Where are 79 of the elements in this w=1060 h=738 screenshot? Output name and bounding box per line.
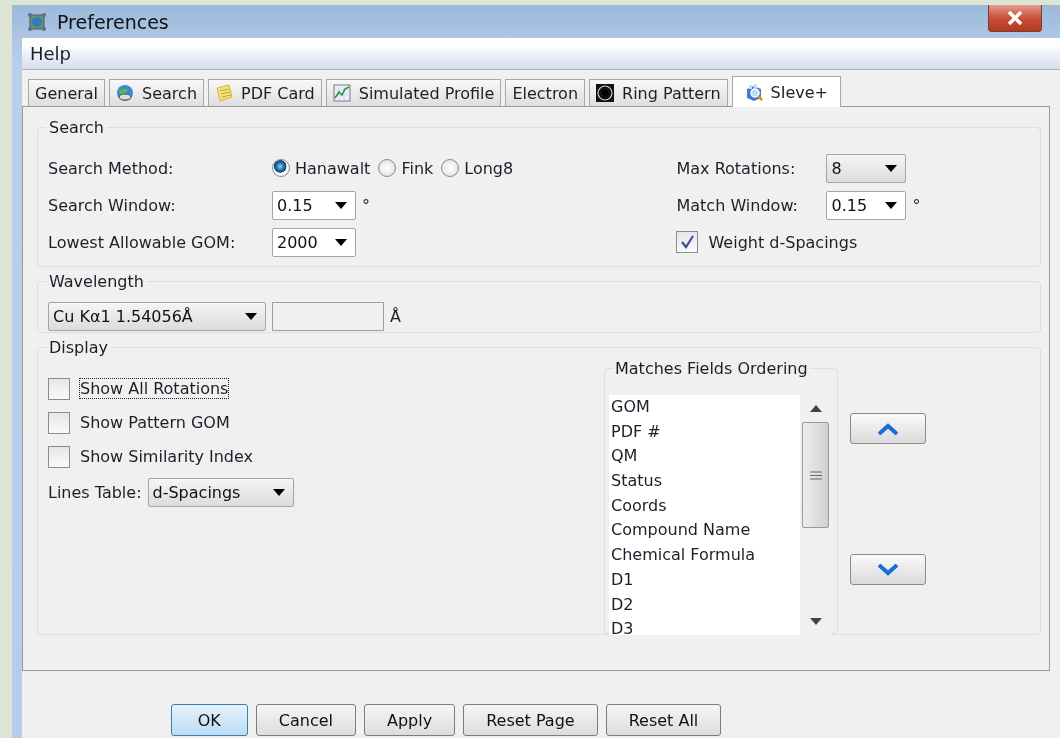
list-item[interactable]: Coords — [611, 493, 800, 519]
dialog-button[interactable]: Reset All — [605, 704, 722, 736]
grip-icon — [809, 470, 822, 480]
close-button[interactable] — [988, 5, 1042, 32]
chevron-up-icon — [877, 422, 899, 435]
menu-item[interactable]: Help — [28, 43, 74, 64]
dropdown[interactable]: 2000 — [272, 227, 356, 257]
dialog-button[interactable]: Cancel — [255, 704, 356, 736]
caret-icon — [245, 312, 257, 320]
list-item[interactable]: D3 — [611, 617, 800, 635]
note-icon — [215, 84, 234, 102]
globe-icon — [116, 84, 135, 102]
dropdown[interactable]: 8 — [826, 153, 907, 183]
field-label: Lowest Allowable GOM: — [48, 232, 237, 252]
list-item[interactable]: PDF # — [611, 419, 800, 445]
dropdown[interactable]: 0.15 — [272, 190, 356, 220]
list-item[interactable]: D1 — [611, 567, 800, 593]
group-title: Matches Fields Ordering — [613, 359, 810, 378]
checkbox[interactable] — [676, 231, 699, 253]
list-item[interactable]: Chemical Formula — [611, 543, 800, 568]
checkbox-label[interactable]: Show Similarity Index — [79, 446, 255, 467]
tab[interactable]: Ring Pattern — [589, 79, 728, 106]
app-icon — [27, 11, 47, 32]
cube-icon — [744, 83, 763, 101]
tab[interactable]: Electron — [505, 79, 586, 106]
radio-label[interactable]: Long8 — [464, 158, 514, 178]
scroll-down-icon — [809, 618, 822, 625]
dialog-button[interactable]: Apply — [364, 704, 456, 736]
radio-button[interactable] — [378, 159, 397, 177]
dropdown[interactable]: 0.15 — [826, 190, 907, 220]
radio-button[interactable] — [272, 159, 290, 177]
ring-icon — [596, 84, 615, 102]
tab[interactable]: PDF Card — [208, 79, 322, 106]
radio-label[interactable]: Hanawalt — [295, 158, 371, 178]
caret-icon — [335, 201, 347, 209]
close-icon — [1007, 11, 1023, 25]
field-label: Match Window: — [676, 195, 799, 215]
checkbox-label[interactable]: Weight d-Spacings — [707, 231, 859, 253]
dialog-button[interactable]: Reset Page — [463, 704, 598, 736]
caret-icon — [272, 488, 285, 496]
radio-button[interactable] — [441, 159, 460, 177]
list-item[interactable]: QM — [611, 444, 800, 470]
caret-icon — [885, 201, 898, 209]
list-item[interactable]: D2 — [611, 592, 800, 618]
tab[interactable]: Simulated Profile — [325, 79, 502, 106]
tab[interactable]: SIeve+ — [731, 76, 841, 107]
list-item[interactable]: GOM — [611, 395, 800, 420]
dropdown[interactable]: d-Spacings — [147, 477, 294, 507]
radio-label[interactable]: Fink — [401, 158, 434, 178]
scrollbar-thumb[interactable] — [802, 422, 829, 528]
unit-label: Å — [390, 306, 401, 326]
tab[interactable]: Search — [109, 79, 205, 106]
field-label: Lines Table: — [48, 482, 142, 502]
field-label: Search Method: — [48, 158, 175, 178]
checkbox[interactable] — [48, 445, 70, 468]
checkbox[interactable] — [48, 377, 70, 400]
checkbox-label[interactable]: Show Pattern GOM — [79, 412, 231, 433]
scroll-up-icon — [809, 405, 822, 412]
field-label: Search Window: — [48, 195, 177, 215]
caret-icon — [885, 164, 898, 172]
group-title: Display — [46, 338, 111, 357]
group-title: Wavelength — [46, 272, 147, 291]
tab[interactable]: General — [28, 79, 106, 106]
caret-icon — [335, 238, 347, 246]
list-item[interactable]: Compound Name — [611, 518, 800, 544]
field-label: Max Rotations: — [676, 158, 797, 178]
unit-label: ° — [362, 195, 370, 215]
window-title: Preferences — [57, 10, 169, 33]
dialog-button[interactable]: OK — [170, 704, 248, 736]
checkbox[interactable] — [48, 411, 70, 434]
chevron-down-icon — [877, 563, 899, 576]
dropdown[interactable]: Cu Kα1 1.54056Å — [48, 301, 266, 331]
checkmark-icon — [680, 235, 695, 249]
line-chart-icon — [332, 84, 351, 102]
move-down-button[interactable] — [850, 554, 926, 585]
move-up-button[interactable] — [850, 413, 926, 444]
unit-label: ° — [912, 195, 921, 215]
list-item[interactable]: Status — [611, 469, 800, 494]
checkbox-label[interactable]: Show All Rotations — [79, 378, 230, 399]
